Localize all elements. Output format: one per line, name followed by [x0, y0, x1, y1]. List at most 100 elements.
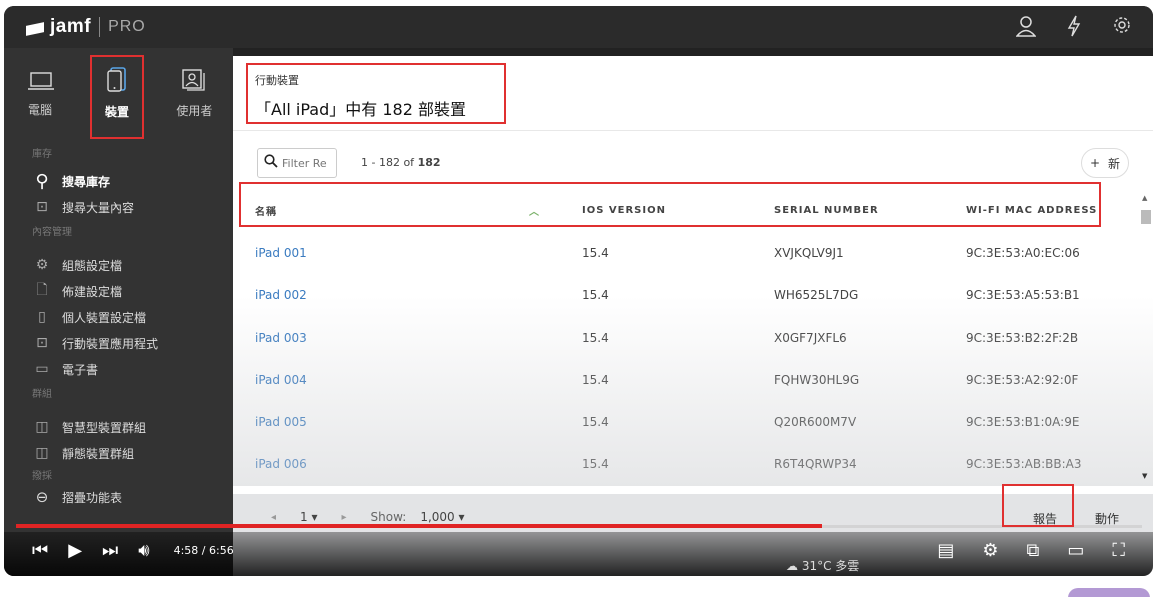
wifi-mac-cell: 9C:3E:53:B2:2F:2B: [966, 330, 1079, 345]
pagination: ◂ 1 ▾ ▸ Show: 1,000 ▾: [271, 510, 465, 524]
sidebar-item-static-groups[interactable]: ◫ 靜態裝置群組: [4, 440, 233, 466]
sidebar-item-label: 電子書: [62, 362, 99, 377]
column-header-serial-number[interactable]: SERIAL NUMBER: [774, 205, 879, 216]
table-row[interactable]: iPad 006 15.4 R6T4QRWP34 9C:3E:53:AB:BB:…: [233, 443, 1139, 485]
tab-devices[interactable]: 裝置: [78, 48, 155, 138]
subscribe-button[interactable]: [1068, 588, 1150, 597]
scroll-up-icon[interactable]: ▲: [1142, 194, 1147, 202]
sidebar-item-smart-groups[interactable]: ◫ 智慧型裝置群組: [4, 414, 233, 440]
device-name-link[interactable]: iPad 005: [255, 415, 307, 429]
tab-computers-label: 電腦: [28, 102, 53, 117]
laptop-icon: [28, 69, 54, 97]
book-icon: ▭: [35, 361, 49, 377]
scroll-down-icon[interactable]: ▼: [1142, 472, 1147, 480]
page-subtitle: 行動裝置: [255, 74, 299, 87]
sidebar-item-label: 行動裝置應用程式: [62, 336, 159, 351]
sidebar-item-personal-device[interactable]: ▯ 個人裝置設定檔: [4, 304, 233, 330]
table-row[interactable]: iPad 005 15.4 Q20R600M7V 9C:3E:53:B1:0A:…: [233, 401, 1139, 443]
volume-content-icon: ⊡: [36, 199, 48, 215]
device-name-link[interactable]: iPad 003: [255, 331, 307, 345]
wifi-mac-cell: 9C:3E:53:AB:BB:A3: [966, 457, 1082, 472]
table-header: 名稱 ︿ IOS VERSION SERIAL NUMBER WI-FI MAC…: [241, 188, 1103, 232]
smart-group-icon: ◫: [35, 419, 49, 435]
serial-number-cell: R6T4QRWP34: [774, 457, 857, 472]
serial-number-cell: X0GF7JXFL6: [774, 330, 847, 345]
result-count: 1 - 182 of 182: [361, 156, 441, 169]
tab-computers[interactable]: 電腦: [4, 48, 78, 138]
column-header-wifi-mac[interactable]: WI-FI MAC ADDRESS: [966, 205, 1097, 216]
filter-input[interactable]: [282, 156, 330, 170]
result-count-total: 182: [417, 156, 441, 169]
personal-device-icon: ▯: [38, 309, 46, 325]
column-header-name[interactable]: 名稱: [255, 203, 277, 218]
collapse-menu-label: 摺疊功能表: [62, 490, 123, 505]
search-icon: ⚲: [35, 170, 49, 192]
sidebar-item-label: 搜尋庫存: [62, 174, 111, 189]
table-row[interactable]: iPad 002 15.4 WH6525L7DG 9C:3E:53:A5:53:…: [233, 274, 1139, 316]
sort-ascending-icon[interactable]: ︿: [529, 203, 540, 218]
page-size-value: 1,000: [420, 510, 455, 524]
column-header-ios-version[interactable]: IOS VERSION: [582, 205, 666, 216]
cloud-icon: ☁: [786, 559, 798, 573]
prev-page-icon[interactable]: ◂: [271, 512, 276, 523]
weather-status: ☁ 31°C 多雲: [786, 557, 859, 574]
user-icon[interactable]: [1015, 15, 1037, 42]
sidebar-tabs: 電腦 裝置 使用者: [4, 48, 233, 138]
wifi-mac-cell: 9C:3E:53:B1:0A:9E: [966, 415, 1080, 430]
device-name-link[interactable]: iPad 006: [255, 457, 307, 471]
next-page-icon[interactable]: ▸: [342, 512, 347, 523]
page-below-video: [0, 576, 1173, 597]
vertical-scrollbar[interactable]: ▲ ▼: [1139, 194, 1153, 484]
sidebar-item-ebooks[interactable]: ▭ 電子書: [4, 356, 233, 382]
brand-name: jamf: [50, 16, 92, 37]
sidebar: 電腦 裝置 使用者 庫存 ⚲ 搜尋庫存 ⊡ 搜尋大量內容 內容管理 ⚙ 組態設定…: [4, 48, 233, 576]
page-number: 1: [300, 510, 308, 524]
bolt-icon[interactable]: [1063, 15, 1085, 42]
sidebar-item-search-inventory[interactable]: ⚲ 搜尋庫存: [4, 168, 233, 194]
wifi-mac-cell: 9C:3E:53:A5:53:B1: [966, 288, 1080, 303]
table-row[interactable]: iPad 003 15.4 X0GF7JXFL6 9C:3E:53:B2:2F:…: [233, 317, 1139, 359]
cog-profile-icon: ⚙: [35, 257, 49, 273]
video-progress-bar[interactable]: [16, 524, 823, 528]
filter-box[interactable]: [257, 148, 337, 178]
page-select[interactable]: 1 ▾: [300, 510, 317, 524]
page-header: 行動裝置 「All iPad」中有 182 部裝置: [233, 56, 1153, 131]
result-count-range: 1 - 182 of: [361, 156, 418, 169]
document-icon: 🗋: [36, 282, 48, 298]
collapse-arrow-icon: ⊖: [35, 488, 49, 506]
jamf-logo[interactable]: jamf PRO: [26, 16, 146, 38]
sidebar-item-mobile-apps[interactable]: ⊡ 行動裝置應用程式: [4, 330, 233, 356]
table-toolbar: 1 - 182 of 182 + 新: [233, 131, 1153, 181]
static-group-icon: ◫: [35, 445, 49, 461]
table-row[interactable]: iPad 001 15.4 XVJKQLV9J1 9C:3E:53:A0:EC:…: [233, 232, 1139, 274]
ios-version-cell: 15.4: [582, 246, 609, 260]
sidebar-item-config-profiles[interactable]: ⚙ 組態設定檔: [4, 252, 233, 278]
page-title: 「All iPad」中有 182 部裝置: [255, 100, 466, 119]
sidebar-collapse-menu[interactable]: ⊖ 摺疊功能表: [4, 484, 233, 510]
tab-devices-label: 裝置: [104, 104, 129, 119]
device-name-link[interactable]: iPad 004: [255, 373, 307, 387]
sidebar-item-label: 靜態裝置群組: [62, 446, 135, 461]
wifi-mac-cell: 9C:3E:53:A2:92:0F: [966, 372, 1079, 387]
scroll-thumb[interactable]: [1141, 210, 1151, 224]
serial-number-cell: FQHW30HL9G: [774, 372, 860, 387]
screenshot-root: jamf PRO 電腦 裝置 使用者 庫存 ⚲ 搜尋庫存 ⊡ 搜尋大量內容 內容…: [0, 0, 1173, 597]
plus-icon: +: [1089, 156, 1101, 170]
table-row[interactable]: iPad 004 15.4 FQHW30HL9G 9C:3E:53:A2:92:…: [233, 359, 1139, 401]
device-name-link[interactable]: iPad 001: [255, 246, 307, 260]
tab-users[interactable]: 使用者: [156, 48, 233, 138]
new-button-label: 新: [1108, 156, 1121, 171]
ios-version-cell: 15.4: [582, 288, 609, 303]
mobile-device-icon: [107, 66, 127, 99]
gear-icon[interactable]: [1111, 15, 1133, 42]
sidebar-item-label: 組態設定檔: [62, 258, 123, 273]
windows-taskbar: ☁ 31°C 多雲: [4, 554, 1153, 576]
sidebar-item-provisioning[interactable]: 🗋 佈建設定檔: [4, 278, 233, 304]
sidebar-item-search-volume[interactable]: ⊡ 搜尋大量內容: [4, 194, 233, 220]
new-button[interactable]: + 新: [1081, 148, 1129, 178]
wifi-mac-cell: 9C:3E:53:A0:EC:06: [966, 246, 1080, 260]
device-name-link[interactable]: iPad 002: [255, 288, 307, 302]
page-size-select[interactable]: 1,000 ▾: [420, 510, 464, 524]
video-frame: jamf PRO 電腦 裝置 使用者 庫存 ⚲ 搜尋庫存 ⊡ 搜尋大量內容 內容…: [4, 6, 1153, 576]
brand-edition: PRO: [108, 18, 146, 35]
